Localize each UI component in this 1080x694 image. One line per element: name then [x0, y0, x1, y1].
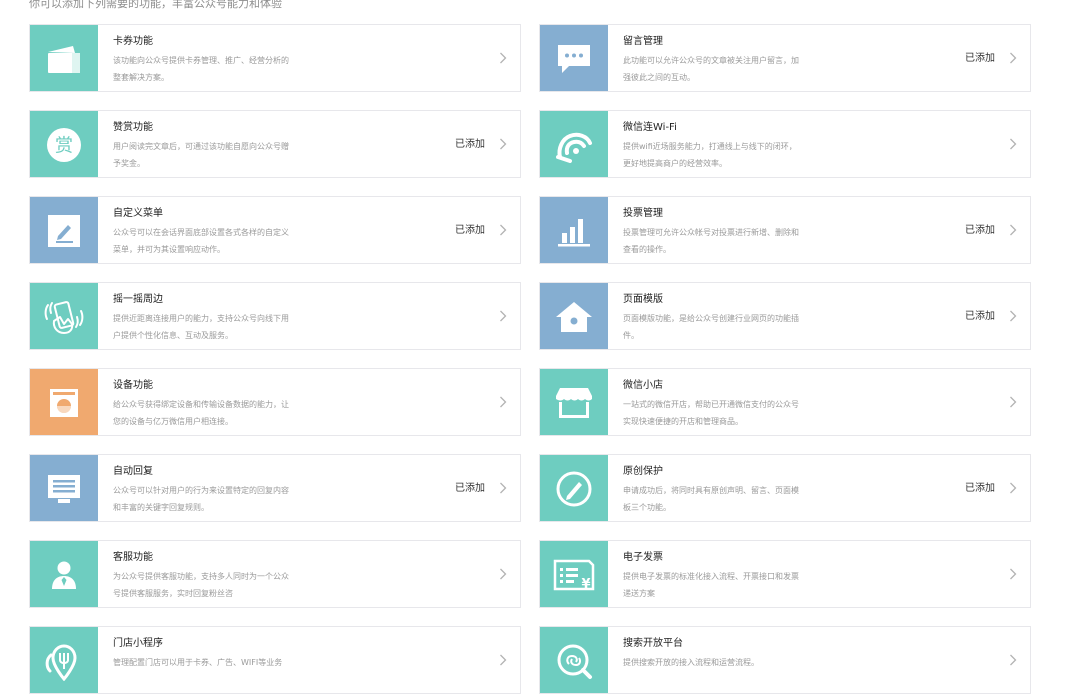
feature-grid: 卡券功能 该功能向公众号提供卡券管理、推广、经营分析的整套解决方案。 留言管理 … [0, 0, 1080, 694]
chevron-right-icon [496, 481, 510, 495]
feature-desc: 提供wifi近场服务能力，打通线上与线下的闭环，更好地提高商户的经营效率。 [623, 142, 797, 168]
chevron-right-icon [496, 567, 510, 581]
feature-card-page-template[interactable]: 页面模版 页面模版功能，是给公众号创建行业网页的功能插件。 已添加 [539, 282, 1031, 350]
chevron-right-icon [1006, 653, 1020, 667]
chevron-right-icon [496, 223, 510, 237]
feature-title: 设备功能 [113, 380, 153, 391]
shake-phone-icon [30, 283, 98, 349]
chevron-right-icon [1006, 51, 1020, 65]
feature-title: 电子发票 [623, 552, 663, 563]
chevron-right-icon [1006, 481, 1020, 495]
feature-desc: 申请成功后，将同时具有原创声明、留言、页面模板三个功能。 [623, 486, 799, 512]
edit-menu-icon [30, 197, 98, 263]
feature-title: 微信小店 [623, 380, 663, 391]
feature-card-device[interactable]: 设备功能 给公众号获得绑定设备和传输设备数据的能力，让您的设备与亿万微信用户相连… [29, 368, 521, 436]
svg-text:赏: 赏 [55, 136, 73, 157]
feature-title: 投票管理 [623, 208, 663, 219]
store-icon [540, 369, 608, 435]
feature-card-original-protection[interactable]: 原创保护 申请成功后，将同时具有原创声明、留言、页面模板三个功能。 已添加 [539, 454, 1031, 522]
customer-service-icon [30, 541, 98, 607]
feature-desc: 管理配置门店可以用于卡券、广告、WIFI等业务 [113, 658, 283, 667]
feature-card-customer-service[interactable]: 客服功能 为公众号提供客服功能，支持多人同时为一个公众号提供客服服务，实时回复粉… [29, 540, 521, 608]
feature-card-comments[interactable]: 留言管理 此功能可以允许公众号的文章被关注用户留言，加强彼此之间的互动。 已添加 [539, 24, 1031, 92]
feature-card-store-miniprogram[interactable]: 门店小程序 管理配置门店可以用于卡券、广告、WIFI等业务 [29, 626, 521, 694]
chevron-right-icon [1006, 309, 1020, 323]
status-badge: 已添加 [455, 139, 485, 150]
feature-desc: 投票管理可允许公众帐号对投票进行新增、删除和查看的操作。 [623, 228, 799, 254]
chevron-right-icon [1006, 395, 1020, 409]
wifi-icon [540, 111, 608, 177]
feature-desc: 该功能向公众号提供卡券管理、推广、经营分析的整套解决方案。 [113, 56, 289, 82]
feature-card-coupons[interactable]: 卡券功能 该功能向公众号提供卡券管理、推广、经营分析的整套解决方案。 [29, 24, 521, 92]
status-badge: 已添加 [455, 225, 485, 236]
feature-desc: 用户阅读完文章后，可通过该功能自愿向公众号赠予奖金。 [113, 142, 289, 168]
feature-title: 摇一摇周边 [113, 294, 163, 305]
card-icon [30, 25, 98, 91]
feature-title: 自定义菜单 [113, 208, 163, 219]
feature-desc: 此功能可以允许公众号的文章被关注用户留言，加强彼此之间的互动。 [623, 56, 799, 82]
device-icon [30, 369, 98, 435]
feature-desc: 页面模版功能，是给公众号创建行业网页的功能插件。 [623, 314, 799, 340]
chevron-right-icon [496, 309, 510, 323]
chevron-right-icon [496, 395, 510, 409]
feature-card-e-invoice[interactable]: ¥ 电子发票 提供电子发票的标准化接入流程、开票接口和发票递送方案 [539, 540, 1031, 608]
feature-card-voting[interactable]: 投票管理 投票管理可允许公众帐号对投票进行新增、删除和查看的操作。 已添加 [539, 196, 1031, 264]
search-platform-icon [540, 627, 608, 693]
feature-desc: 为公众号提供客服功能，支持多人同时为一个公众号提供客服服务，实时回复粉丝咨 [113, 572, 289, 598]
svg-text:¥: ¥ [581, 577, 590, 592]
feature-desc: 公众号可以在会话界面底部设置各式各样的自定义菜单，并可为其设置响应动作。 [113, 228, 289, 254]
invoice-icon: ¥ [540, 541, 608, 607]
feature-title: 自动回复 [113, 466, 153, 477]
feature-desc: 公众号可以针对用户的行为来设置特定的回复内容和丰富的关键字回复规则。 [113, 486, 289, 512]
chevron-right-icon [496, 51, 510, 65]
feature-card-custom-menu[interactable]: 自定义菜单 公众号可以在会话界面底部设置各式各样的自定义菜单，并可为其设置响应动… [29, 196, 521, 264]
status-badge: 已添加 [965, 225, 995, 236]
feature-title: 微信连Wi-Fi [623, 122, 677, 133]
store-location-icon [30, 627, 98, 693]
status-badge: 已添加 [965, 483, 995, 494]
reward-icon: 赏 [30, 111, 98, 177]
chevron-right-icon [496, 137, 510, 151]
message-icon [540, 25, 608, 91]
feature-card-wechat-store[interactable]: 微信小店 一站式的微信开店，帮助已开通微信支付的公众号实现快速便捷的开店和管理商… [539, 368, 1031, 436]
feature-card-wifi[interactable]: 微信连Wi-Fi 提供wifi近场服务能力，打通线上与线下的闭环，更好地提高商户… [539, 110, 1031, 178]
status-badge: 已添加 [965, 311, 995, 322]
house-icon [540, 283, 608, 349]
feature-card-search-platform[interactable]: 搜索开放平台 提供搜索开放的接入流程和运营流程。 [539, 626, 1031, 694]
feature-desc: 一站式的微信开店，帮助已开通微信支付的公众号实现快速便捷的开店和管理商品。 [623, 400, 799, 426]
feature-title: 客服功能 [113, 552, 153, 563]
feature-desc: 提供近距离连接用户的能力，支持公众号向线下用户提供个性化信息、互动及服务。 [113, 314, 289, 340]
feature-title: 原创保护 [623, 466, 663, 477]
feature-desc: 给公众号获得绑定设备和传输设备数据的能力，让您的设备与亿万微信用户相连接。 [113, 400, 289, 426]
auto-reply-icon [30, 455, 98, 521]
feature-title: 留言管理 [623, 36, 663, 47]
feature-title: 页面模版 [623, 294, 663, 305]
feature-card-reward[interactable]: 赏 赞赏功能 用户阅读完文章后，可通过该功能自愿向公众号赠予奖金。 已添加 [29, 110, 521, 178]
bar-chart-icon [540, 197, 608, 263]
feature-title: 卡券功能 [113, 36, 153, 47]
status-badge: 已添加 [455, 483, 485, 494]
chevron-right-icon [1006, 223, 1020, 237]
feature-title: 赞赏功能 [113, 122, 153, 133]
status-badge: 已添加 [965, 53, 995, 64]
feature-title: 门店小程序 [113, 638, 163, 649]
feature-title: 搜索开放平台 [623, 638, 683, 649]
chevron-right-icon [496, 653, 510, 667]
feature-desc: 提供搜索开放的接入流程和运营流程。 [623, 658, 759, 667]
feature-card-shake[interactable]: 摇一摇周边 提供近距离连接用户的能力，支持公众号向线下用户提供个性化信息、互动及… [29, 282, 521, 350]
chevron-right-icon [1006, 137, 1020, 151]
feature-desc: 提供电子发票的标准化接入流程、开票接口和发票递送方案 [623, 572, 799, 598]
original-pen-icon [540, 455, 608, 521]
feature-card-auto-reply[interactable]: 自动回复 公众号可以针对用户的行为来设置特定的回复内容和丰富的关键字回复规则。 … [29, 454, 521, 522]
chevron-right-icon [1006, 567, 1020, 581]
